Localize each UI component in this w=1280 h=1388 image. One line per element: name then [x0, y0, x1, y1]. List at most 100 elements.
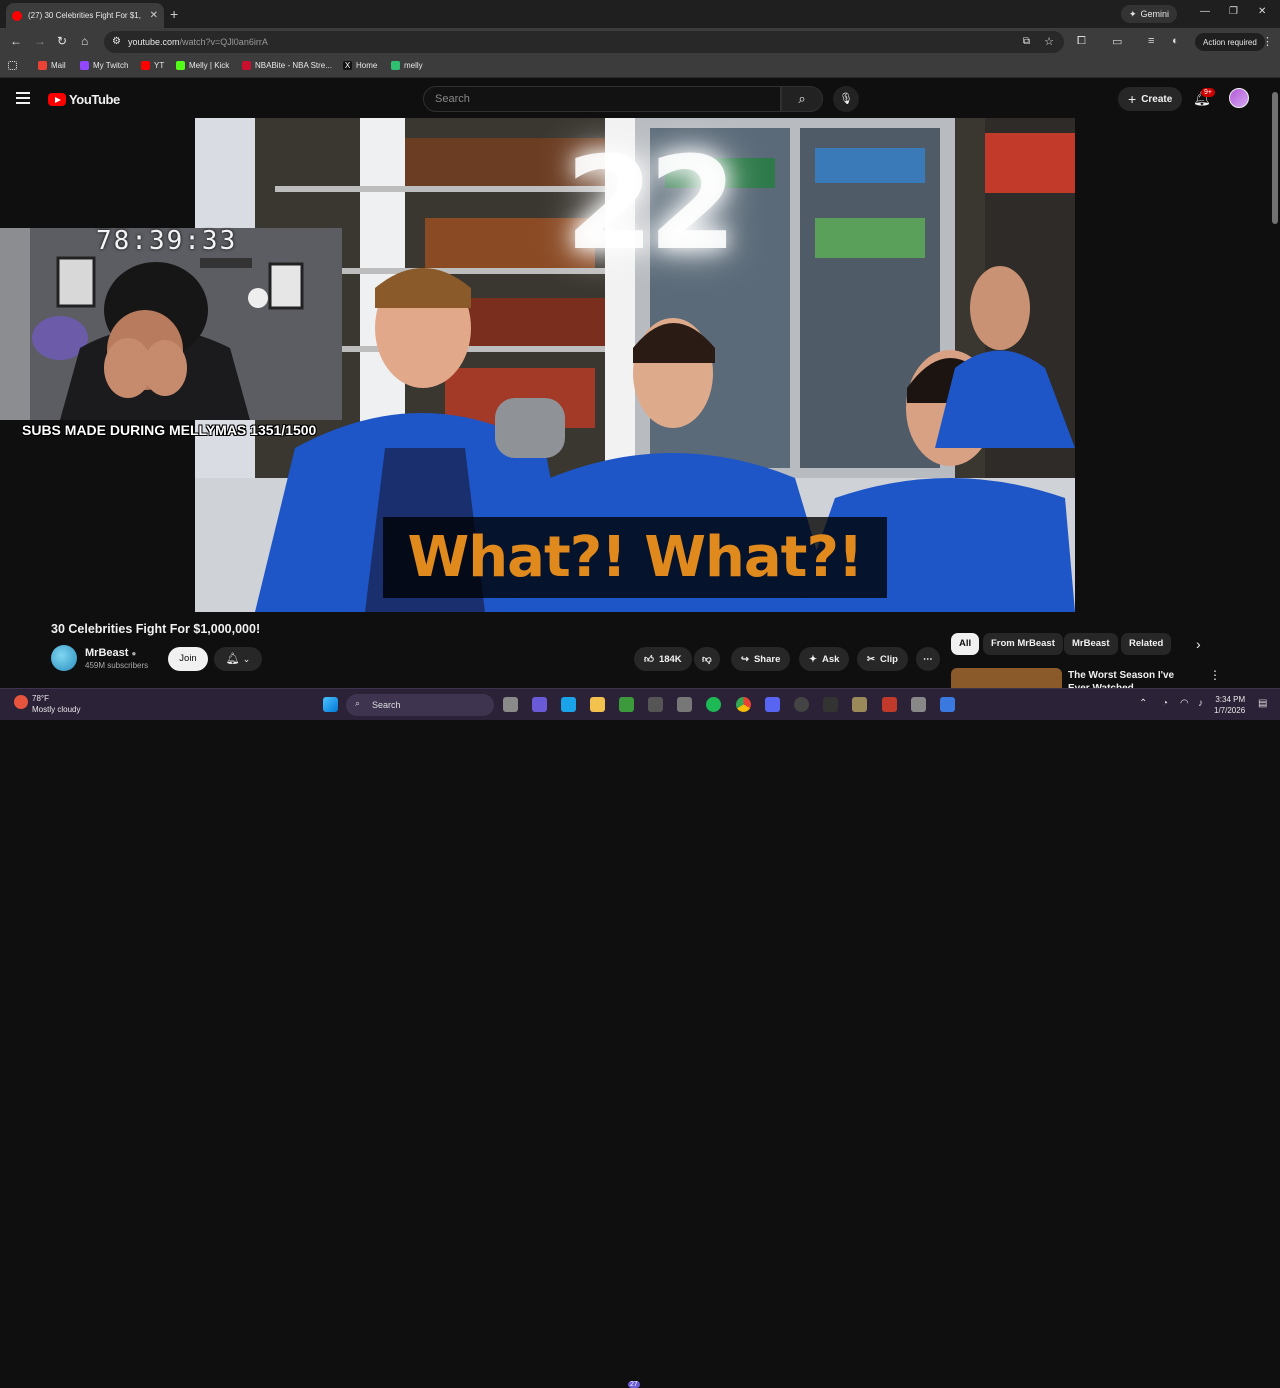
new-tab-button[interactable]: +	[170, 6, 178, 22]
copilot-icon[interactable]	[532, 697, 547, 712]
channel-avatar[interactable]	[51, 645, 77, 671]
obs-icon[interactable]	[823, 697, 838, 712]
task-view-icon[interactable]	[503, 697, 518, 712]
taskbar-clock[interactable]: 3:34 PM 1/7/2026	[1214, 694, 1245, 716]
x-icon: X	[343, 61, 352, 70]
back-arrow-icon[interactable]: ←	[10, 34, 22, 48]
edge-icon[interactable]	[561, 697, 576, 712]
chips-next-chevron-icon[interactable]: ›	[1196, 636, 1201, 652]
close-window-icon[interactable]: ✕	[1258, 6, 1266, 17]
volume-icon[interactable]: ♪	[1198, 698, 1203, 709]
caption-background: What?! What?!	[383, 517, 887, 598]
account-avatar[interactable]	[1229, 88, 1249, 108]
bookmark-my-twitch[interactable]: My Twitch	[80, 61, 128, 70]
streamer-webcam-overlay	[0, 228, 342, 420]
twitch-icon	[80, 61, 89, 70]
browser-tab-youtube[interactable]: (27) 30 Celebrities Fight For $1, ✕	[6, 3, 164, 28]
address-bar[interactable]: ⚙ youtube.com/watch?v=QJl0an6irrA ⧉ ☆	[104, 31, 1064, 53]
notification-center-icon[interactable]: ▤	[1258, 698, 1267, 709]
gmail-icon	[38, 61, 47, 70]
profile-pic-icon[interactable]: ◐	[1172, 35, 1179, 47]
install-app-icon[interactable]: ⧉	[1023, 36, 1030, 47]
clock-date: 1/7/2026	[1214, 706, 1246, 715]
roblox-icon[interactable]	[940, 697, 955, 712]
bookmark-home[interactable]: X Home	[343, 61, 377, 70]
store-icon[interactable]	[677, 697, 692, 712]
clock-time: 3:34 PM	[1215, 695, 1246, 704]
channel-name[interactable]: MrBeast ●	[85, 647, 136, 659]
apps-grid-icon[interactable]	[8, 61, 17, 70]
bookmark-melly[interactable]: melly	[391, 61, 423, 70]
home-icon[interactable]: ⌂	[81, 34, 88, 48]
forward-arrow-icon[interactable]: →	[34, 34, 46, 48]
bookmark-melly-kick[interactable]: Melly | Kick	[176, 61, 229, 70]
reload-icon[interactable]: ↻	[57, 34, 67, 48]
pdf-icon[interactable]	[882, 697, 897, 712]
settings-gear-icon[interactable]	[911, 697, 926, 712]
app-badge-count: 27	[628, 1381, 640, 1388]
bookmark-mail[interactable]: Mail	[38, 61, 66, 70]
close-tab-icon[interactable]: ✕	[150, 10, 158, 21]
more-actions-button[interactable]: ⋯	[916, 647, 940, 671]
next-video-thumbnail[interactable]	[951, 668, 1062, 690]
discord-icon[interactable]	[765, 697, 780, 712]
media-player-icon[interactable]	[794, 697, 809, 712]
nba-icon	[242, 61, 251, 70]
youtube-logo[interactable]: YouTube	[48, 92, 120, 107]
subscription-bell-button[interactable]: 🔔︎ ⌄	[214, 647, 262, 671]
menu-hamburger-icon[interactable]	[16, 92, 30, 104]
next-video-menu-icon[interactable]: ⋮	[1209, 668, 1221, 682]
youtube-masthead: YouTube Search ⌕ 🎙 + Create 🔔︎ 9+	[0, 80, 1280, 118]
reading-list-icon[interactable]: ≡	[1148, 35, 1154, 47]
scissors-icon: ✂	[867, 653, 875, 665]
spotify-icon[interactable]	[706, 697, 721, 712]
restore-window-icon[interactable]: ❐	[1229, 6, 1238, 17]
gemini-button[interactable]: ✦ Gemini	[1121, 5, 1178, 23]
network-icon[interactable]: ◔	[1162, 698, 1168, 709]
bookmark-star-icon[interactable]: ☆	[1044, 35, 1054, 48]
action-required-button[interactable]: Action required	[1195, 33, 1265, 51]
chip-from-mrbeast[interactable]: From MrBeast	[983, 633, 1063, 655]
browser-menu-icon[interactable]: ⋮	[1262, 35, 1273, 48]
search-input[interactable]: Search	[423, 86, 781, 112]
bookmarks-bar: Mail My Twitch YT Melly | Kick NBABite -…	[0, 56, 1280, 78]
bookmark-yt[interactable]: YT	[141, 61, 164, 70]
sparkle-icon: ✦	[1129, 8, 1137, 19]
windows-start-icon[interactable]	[323, 697, 338, 712]
join-button[interactable]: Join	[168, 647, 208, 671]
site-info-icon[interactable]: ⚙	[112, 36, 121, 47]
url-path: /watch?v=QJl0an6irrA	[179, 37, 268, 47]
tab-title: (27) 30 Celebrities Fight For $1,	[28, 11, 141, 20]
search-icon[interactable]: ⌕	[781, 86, 823, 112]
bookmark-nbabite[interactable]: NBABite - NBA Stre...	[242, 61, 332, 70]
clip-button[interactable]: ✂ Clip	[857, 647, 908, 671]
page-scrollbar-thumb[interactable]	[1272, 92, 1278, 224]
gemini-label: Gemini	[1140, 9, 1170, 19]
dislike-button[interactable]: 👎︎	[694, 647, 720, 671]
stream-timer: 78:39:33	[96, 226, 238, 256]
url-host: youtube.com	[128, 37, 180, 47]
chrome-icon[interactable]	[736, 697, 751, 712]
youtube-play-icon	[48, 93, 66, 106]
app-icon[interactable]	[852, 697, 867, 712]
wifi-icon[interactable]: ◠	[1180, 698, 1189, 709]
bell-icon: 🔔︎	[225, 653, 240, 665]
microphone-icon[interactable]: 🎙	[833, 86, 859, 112]
minimize-window-icon[interactable]: —	[1200, 6, 1210, 17]
chip-related[interactable]: Related	[1121, 633, 1172, 655]
like-button[interactable]: 👍︎ 184K	[634, 647, 692, 671]
taskbar-search[interactable]: ⌕ Search	[346, 694, 494, 716]
split-view-icon[interactable]: ▭	[1112, 35, 1122, 48]
chip-mrbeast[interactable]: MrBeast	[1064, 633, 1118, 655]
share-button[interactable]: ↪ Share	[731, 647, 791, 671]
create-button[interactable]: + Create	[1118, 87, 1183, 111]
extensions-icon[interactable]: ⧠	[1077, 35, 1086, 48]
weather-condition: Mostly cloudy	[32, 705, 81, 714]
tray-chevron-up-icon[interactable]: ⌃	[1139, 698, 1147, 709]
xbox-icon[interactable]	[619, 697, 634, 712]
weather-widget[interactable]: 78°F Mostly cloudy	[14, 693, 80, 715]
github-icon[interactable]	[648, 697, 663, 712]
file-explorer-icon[interactable]	[590, 697, 605, 712]
ask-button[interactable]: ✦ Ask	[799, 647, 850, 671]
chip-all[interactable]: All	[951, 633, 980, 655]
